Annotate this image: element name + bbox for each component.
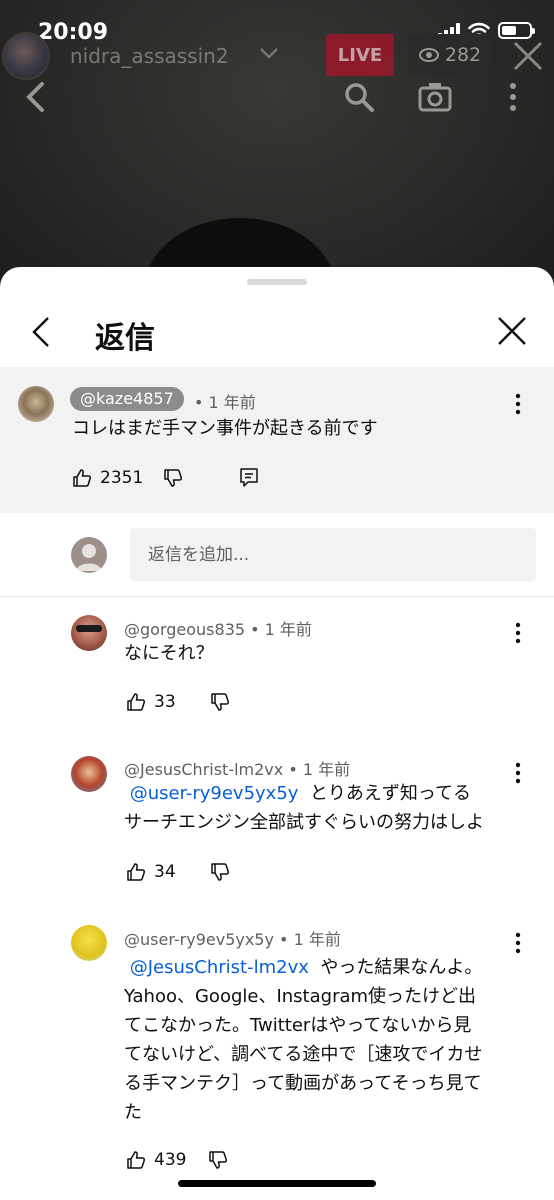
close-icon[interactable] — [496, 315, 528, 347]
replies-sheet: 返信 @kaze4857 • 1 年前 コレはまだ手マン事件が起きる前です 23… — [0, 267, 554, 1200]
comment-author[interactable]: @user-ry9ev5yx5y — [124, 930, 274, 949]
dislike-icon[interactable] — [208, 1150, 228, 1170]
comment-actions: 2351 — [72, 464, 259, 492]
like-icon[interactable] — [126, 692, 146, 712]
comment-author[interactable]: @kaze4857 — [70, 387, 184, 411]
back-arrow-icon[interactable] — [20, 80, 54, 114]
reply-meta: @gorgeous835 • 1 年前 — [124, 616, 312, 640]
comment-actions: 33 — [126, 688, 230, 716]
viewer-count-value: 282 — [444, 44, 482, 66]
more-vert-icon[interactable] — [508, 621, 528, 645]
sheet-drag-handle[interactable] — [247, 279, 307, 285]
comment-line-text: とりあえず知ってる — [309, 783, 471, 804]
comment-line: てこなかった。Twitterはやってないから見 — [124, 1015, 472, 1036]
more-vert-icon[interactable] — [508, 931, 528, 955]
avatar[interactable] — [18, 386, 54, 422]
comment-actions: 439 — [126, 1146, 228, 1174]
comment-age: • 1 年前 — [194, 393, 256, 412]
comment-actions: 34 — [126, 858, 230, 886]
reply-meta: @user-ry9ev5yx5y • 1 年前 — [124, 926, 341, 950]
viewer-count: 282 — [408, 34, 492, 76]
reply-icon[interactable] — [239, 467, 259, 489]
chevron-down-icon[interactable] — [258, 42, 280, 70]
avatar[interactable] — [71, 925, 107, 961]
like-count: 2351 — [100, 468, 144, 488]
comment-line: Yahoo、Google、Instagram使ったけど出 — [124, 986, 477, 1007]
live-badge: LIVE — [326, 34, 394, 76]
like-icon[interactable] — [72, 468, 92, 488]
comment-line: @user-ry9ev5yx5y とりあえず知ってる — [124, 779, 524, 808]
add-reply-area — [0, 513, 554, 597]
comment-text: コレはまだ手マン事件が起きる前です — [72, 418, 378, 439]
mention-link[interactable]: @JesusChrist-lm2vx — [130, 957, 309, 978]
back-icon[interactable] — [26, 315, 56, 349]
like-icon[interactable] — [126, 1150, 146, 1170]
comment-age: • 1 年前 — [279, 930, 341, 949]
reply-input[interactable] — [130, 528, 536, 581]
dislike-icon[interactable] — [163, 468, 183, 488]
comment-line: た — [124, 1102, 142, 1123]
comment-text: @JesusChrist-lm2vx やった結果なんよ。 Yahoo、Googl… — [124, 953, 529, 1127]
comment-line: てないけど、調べてる途中で［速攻でイカせ — [124, 1044, 483, 1065]
like-icon[interactable] — [126, 862, 146, 882]
user-avatar — [71, 537, 107, 573]
like-count: 439 — [154, 1150, 187, 1170]
mention-link[interactable]: @user-ry9ev5yx5y — [130, 783, 299, 804]
comment-line: る手マンテク］って動画があってそっち見て — [124, 1073, 482, 1094]
battery-icon — [498, 22, 535, 39]
comment-text: @user-ry9ev5yx5y とりあえず知ってる サーチエンジン全部試すぐら… — [124, 779, 524, 837]
dislike-icon[interactable] — [210, 862, 230, 882]
sheet-title: 返信 — [95, 321, 155, 356]
like-count: 34 — [154, 862, 176, 882]
close-live-icon[interactable] — [510, 38, 546, 74]
comment-line: @JesusChrist-lm2vx やった結果なんよ。 — [124, 953, 529, 982]
sheet-header: 返信 — [0, 287, 554, 367]
parent-comment: @kaze4857 • 1 年前 コレはまだ手マン事件が起きる前です 2351 — [0, 367, 554, 513]
default-avatar-icon — [76, 544, 102, 571]
camera-icon[interactable] — [418, 80, 452, 114]
comment-line-text: やった結果なんよ。 — [320, 957, 483, 978]
streamer-username[interactable]: nidra_assassin2 — [70, 44, 229, 68]
more-options-icon[interactable] — [496, 80, 530, 114]
streamer-avatar[interactable] — [2, 32, 50, 80]
comment-age: • 1 年前 — [288, 760, 351, 779]
avatar[interactable] — [71, 615, 107, 651]
search-icon[interactable] — [342, 80, 376, 114]
home-indicator[interactable] — [178, 1180, 376, 1187]
dislike-icon[interactable] — [210, 692, 230, 712]
comment-line: サーチエンジン全部試すぐらいの努力はしよ — [124, 812, 484, 833]
comment-author[interactable]: @gorgeous835 — [124, 620, 245, 639]
comment-age: • 1 年前 — [250, 620, 312, 639]
reply-meta: @JesusChrist-lm2vx • 1 年前 — [124, 756, 350, 780]
comment-author[interactable]: @JesusChrist-lm2vx — [124, 760, 283, 779]
eye-icon — [418, 48, 439, 62]
more-vert-icon[interactable] — [508, 392, 528, 416]
avatar[interactable] — [71, 756, 107, 792]
like-count: 33 — [154, 692, 176, 712]
comment-text: なにそれ？ — [124, 643, 214, 664]
status-time: 20:09 — [38, 20, 109, 45]
